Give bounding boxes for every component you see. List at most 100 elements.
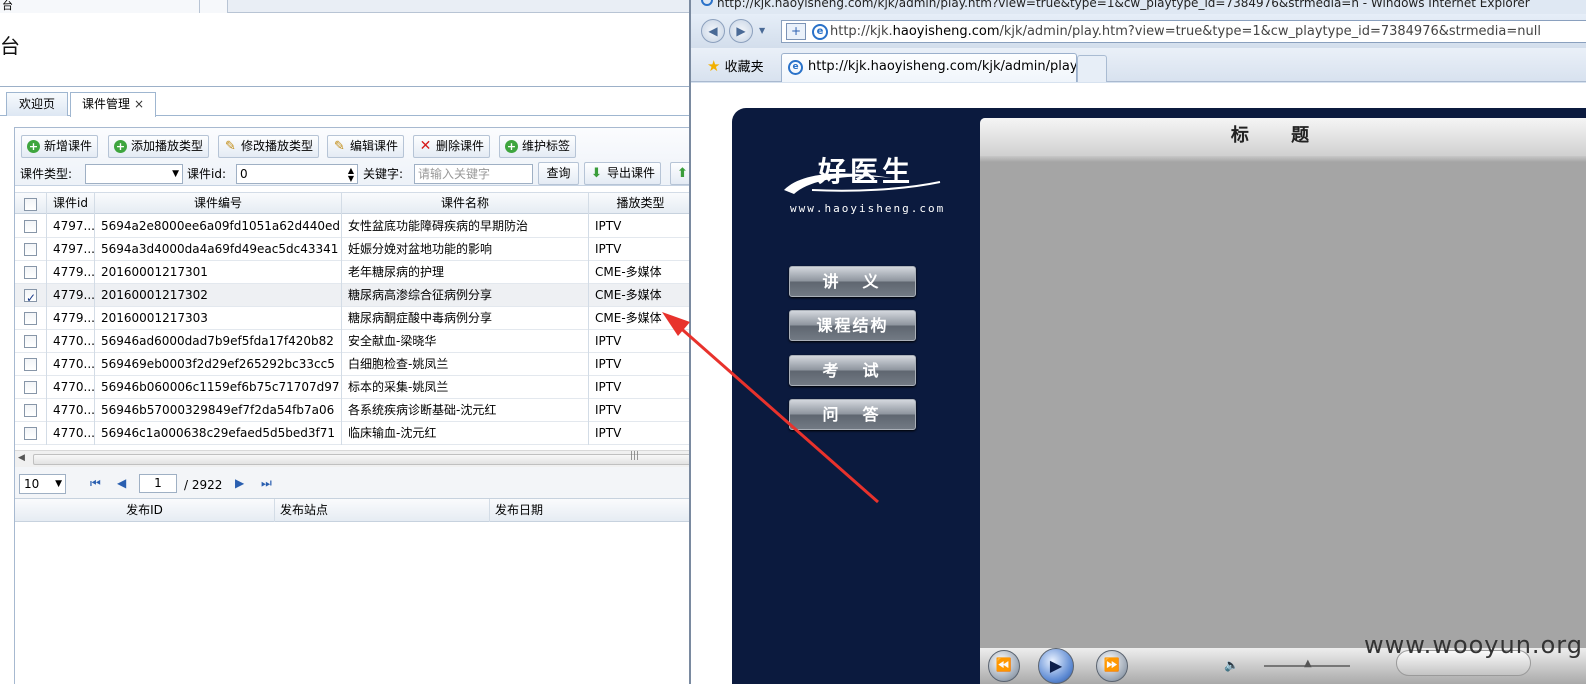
tab-welcome[interactable]: 欢迎页 <box>6 92 68 116</box>
row-checkbox[interactable] <box>24 427 37 440</box>
star-icon: ★ <box>707 57 721 75</box>
cell-course-id: 4779... <box>47 307 95 330</box>
fast-forward-button[interactable]: ⏩ <box>1096 650 1128 682</box>
table-row[interactable]: 4770... 56946b060006c1159ef6b75c71707d97 标… <box>15 376 692 399</box>
row-checkbox[interactable] <box>24 266 37 279</box>
cell-course-code: 56946c1a000638c29efaed5d5bed3f71 <box>95 422 342 445</box>
col-header-id[interactable]: 课件id <box>47 193 95 215</box>
video-screen[interactable]: 标 题 <box>980 118 1586 658</box>
maintain-tags-button[interactable]: + 维护标签 <box>499 135 577 158</box>
edit-course-button[interactable]: ✎ 编辑课件 <box>327 135 405 158</box>
cell-course-name: 女性盆底功能障碍疾病的早期防治 <box>342 215 589 238</box>
address-bar[interactable]: + e http://kjk.haoyisheng.com/kjk/admin/… <box>781 20 1586 43</box>
close-icon[interactable]: × <box>134 97 144 111</box>
table-row[interactable]: 4779...20160001217302糖尿病高渗综合征病例分享CME-多媒体 <box>15 284 692 307</box>
page-number-input[interactable]: 1 <box>139 474 177 493</box>
tab-course-management[interactable]: 课件管理 × <box>70 92 156 117</box>
ie-browser-window: http://kjk.haoyisheng.com/kjk/admin/play… <box>689 0 1586 684</box>
edit-play-type-button[interactable]: ✎ 修改播放类型 <box>218 135 320 158</box>
menu-lecture-button[interactable]: 讲 义 <box>789 266 916 297</box>
scrollbar-thumb[interactable] <box>33 454 692 465</box>
app-title: 台 <box>0 34 20 58</box>
add-course-label: 新增课件 <box>44 139 93 153</box>
cell-course-name: 白细胞检查-姚凤兰 <box>342 353 589 376</box>
cell-course-code: 56946b060006c1159ef6b75c71707d97 <box>95 376 342 399</box>
row-checkbox[interactable] <box>24 312 37 325</box>
query-button[interactable]: 查询 <box>538 162 579 185</box>
cell-course-code: 20160001217301 <box>95 261 342 284</box>
window-title: http://kjk.haoyisheng.com/kjk/admin/play… <box>691 0 1586 14</box>
plus-icon: + <box>27 140 40 153</box>
last-page-icon[interactable]: ⏭ <box>261 476 272 491</box>
prev-page-icon[interactable]: ◀ <box>117 476 126 490</box>
col-header-code[interactable]: 课件编号 <box>95 193 342 215</box>
menu-exam-button[interactable]: 考 试 <box>789 355 916 386</box>
select-all-checkbox[interactable] <box>24 198 37 211</box>
menu-qa-button[interactable]: 问 答 <box>789 399 916 430</box>
favorites-button[interactable]: ★ 收藏夹 <box>707 56 764 75</box>
row-checkbox[interactable] <box>24 335 37 348</box>
col-header-publish-id[interactable]: 发布ID <box>15 499 275 522</box>
add-play-type-button[interactable]: + 添加播放类型 <box>108 135 210 158</box>
top-tab[interactable]: 台 <box>0 0 200 13</box>
row-select-cell <box>15 238 47 261</box>
table-row[interactable]: 4779... 20160001217301 老年糖尿病的护理 CME-多媒体 <box>15 261 692 284</box>
horizontal-scrollbar[interactable]: ◀ ||| <box>15 450 692 467</box>
browser-tab[interactable]: e http://kjk.haoyisheng.com/kjk/admin/pla… <box>781 53 1077 82</box>
ie-page-icon: e <box>788 60 803 75</box>
col-header-name[interactable]: 课件名称 <box>342 193 589 215</box>
tab-course-management-label: 课件管理 <box>81 97 130 111</box>
table-row[interactable]: 4770... 56946c1a000638c29efaed5d5bed3f71 临… <box>15 422 692 445</box>
page-content: 好医生 www.haoyisheng.com 讲 义 课程结构 考 试 问 答 … <box>691 83 1586 684</box>
volume-icon[interactable]: 🔈 <box>1224 658 1239 672</box>
cell-course-name: 妊娠分娩对盆地功能的影响 <box>342 238 589 261</box>
course-type-select[interactable]: ▼ <box>85 164 183 184</box>
table-row[interactable]: 4770... 56946b57000329849ef7f2da54fb7a06 各… <box>15 399 692 422</box>
top-tab-empty[interactable] <box>200 0 228 13</box>
table-row[interactable]: 4779... 20160001217303 糖尿病酮症酸中毒病例分享 CME-多媒体 <box>15 307 692 330</box>
col-header-publish-date[interactable]: 发布日期 <box>490 499 692 522</box>
menu-course-structure-button[interactable]: 课程结构 <box>789 310 916 341</box>
first-page-icon[interactable]: ⏮ <box>90 476 101 491</box>
table-row[interactable]: 4770... 569469eb0003f2d29ef265292bc33cc5 白… <box>15 353 692 376</box>
cell-course-code: 20160001217302 <box>95 284 342 307</box>
volume-slider[interactable]: ▲ <box>1264 658 1350 669</box>
col-header-publish-site[interactable]: 发布站点 <box>275 499 490 522</box>
row-select-cell <box>15 215 47 238</box>
window-title-text: http://kjk.haoyisheng.com/kjk/admin/play… <box>717 0 1530 10</box>
delete-course-button[interactable]: ✕ 删除课件 <box>413 135 491 158</box>
table-row[interactable]: 4797... 5694a3d4000da4a69fd49eac5dc43341 妊… <box>15 238 692 261</box>
wooyun-watermark: www.wooyun.org <box>1364 631 1583 659</box>
screen-title: 标 题 <box>980 118 1586 156</box>
row-checkbox[interactable] <box>24 220 37 233</box>
row-checkbox[interactable] <box>24 358 37 371</box>
row-checkbox[interactable] <box>24 243 37 256</box>
logo-chinese-text: 好医生 <box>818 155 915 188</box>
export-course-button[interactable]: ⬇ 导出课件 <box>584 162 662 185</box>
col-header-play-type[interactable]: 播放类型 <box>589 193 692 215</box>
next-page-icon[interactable]: ▶ <box>235 476 244 490</box>
course-id-spinner[interactable]: 0 ▲ ▼ <box>236 164 358 184</box>
keyword-input[interactable]: 请输入关键字 <box>414 164 533 184</box>
spinner-arrows-icon[interactable]: ▲ ▼ <box>348 167 354 183</box>
new-tab-button[interactable] <box>1077 55 1107 82</box>
rewind-button[interactable]: ⏪ <box>988 650 1020 682</box>
add-course-button[interactable]: + 新增课件 <box>21 135 99 158</box>
cell-course-name: 安全献血-梁晓华 <box>342 330 589 353</box>
play-button[interactable]: ▶ <box>1038 648 1074 684</box>
table-row[interactable]: 4770... 56946ad6000dad7b9ef5fda17f420b82 安… <box>15 330 692 353</box>
row-checkbox[interactable] <box>24 404 37 417</box>
add-favorite-icon[interactable]: + <box>786 23 806 40</box>
cell-course-id: 4797... <box>47 238 95 261</box>
page-size-select[interactable]: 10 ▼ <box>19 474 66 494</box>
row-checkbox[interactable] <box>24 381 37 394</box>
back-button[interactable]: ◀ <box>701 19 725 43</box>
slider-knob-icon[interactable]: ▲ <box>1304 658 1312 669</box>
history-dropdown-icon[interactable]: ▼ <box>759 26 765 35</box>
forward-button[interactable]: ▶ <box>729 19 753 43</box>
table-row[interactable]: 4797... 5694a2e8000ee6a09fd1051a62d440ed 女… <box>15 215 692 238</box>
row-checkbox[interactable] <box>24 287 37 307</box>
cell-play-type: CME-多媒体 <box>589 261 692 284</box>
scroll-left-icon[interactable]: ◀ <box>18 453 25 463</box>
edit-play-type-label: 修改播放类型 <box>241 139 314 153</box>
